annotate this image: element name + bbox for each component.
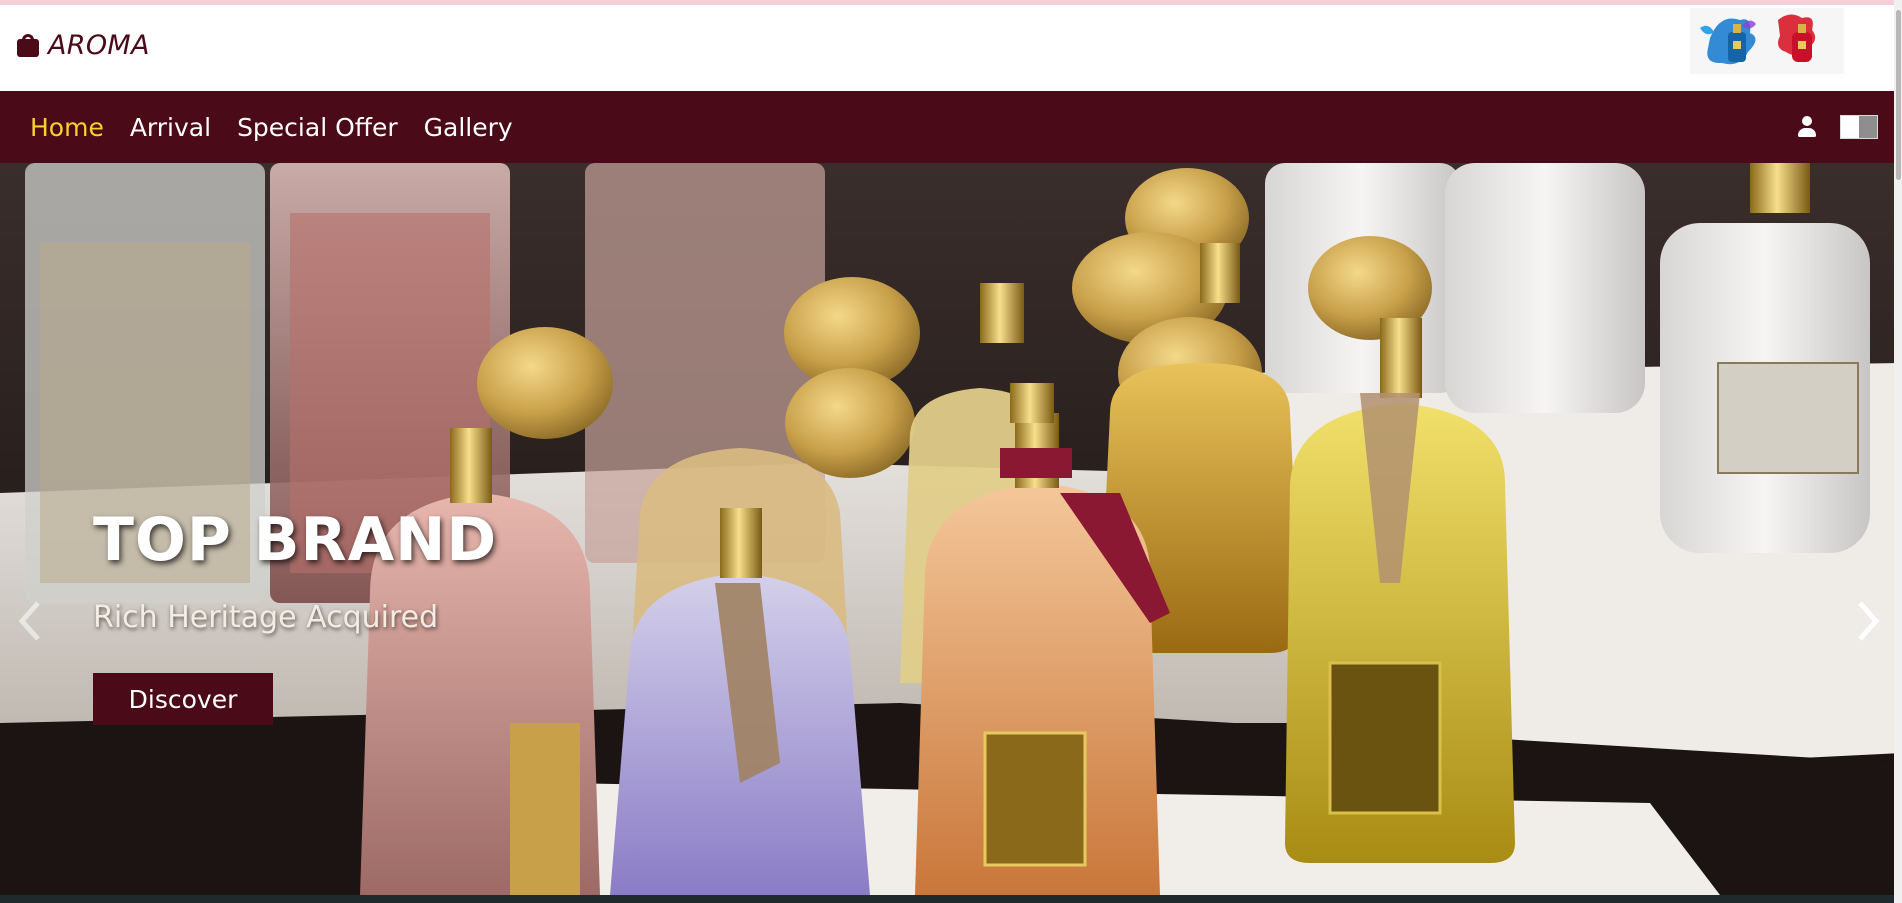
nav-link-home[interactable]: Home — [30, 113, 104, 142]
carousel-prev-arrow[interactable] — [10, 595, 50, 647]
nav-link-gallery[interactable]: Gallery — [424, 113, 513, 142]
brand-name: AROMA — [48, 29, 150, 61]
nav-link-arrival[interactable]: Arrival — [130, 113, 211, 142]
theme-toggle[interactable] — [1840, 115, 1878, 139]
header-perfume-image — [1690, 8, 1844, 74]
hero-caption: TOP BRAND Rich Heritage Acquired — [93, 505, 497, 635]
brand-logo[interactable]: AROMA — [16, 27, 150, 63]
hero-subtitle: Rich Heritage Acquired — [93, 600, 439, 635]
discover-button[interactable]: Discover — [93, 673, 273, 725]
site-header: AROMA — [0, 5, 1902, 91]
chevron-left-icon[interactable] — [10, 758, 50, 810]
hero-title: TOP BRAND — [93, 505, 498, 575]
carousel-next-arrow[interactable] — [1848, 595, 1888, 647]
hero-bottom-edge — [0, 895, 1902, 903]
chevron-right-icon[interactable] — [1848, 758, 1888, 810]
user-icon[interactable] — [1796, 116, 1818, 138]
main-navbar: Home Arrival Special Offer Gallery — [0, 91, 1902, 163]
scrollbar-thumb[interactable] — [1896, 10, 1901, 180]
nav-link-special-offer[interactable]: Special Offer — [237, 113, 398, 142]
shopping-bag-icon — [16, 31, 40, 59]
